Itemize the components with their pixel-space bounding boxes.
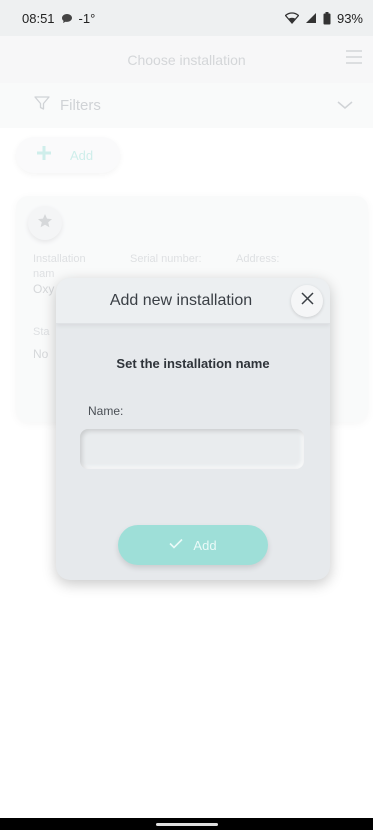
name-field-label: Name:	[88, 404, 124, 418]
dialog-subtitle: Set the installation name	[116, 356, 270, 371]
status-bar: 08:51 -1° 93%	[0, 0, 373, 36]
wifi-icon	[284, 12, 299, 24]
name-input[interactable]	[80, 429, 304, 469]
chat-icon	[61, 13, 73, 24]
check-icon	[169, 536, 183, 554]
system-nav-bar	[0, 818, 373, 830]
dialog-add-label: Add	[193, 537, 217, 553]
battery-percentage: 93%	[336, 10, 363, 26]
dialog-header: Add new installation	[56, 278, 330, 324]
status-left: 08:51 -1°	[22, 11, 95, 26]
close-button[interactable]	[291, 285, 323, 317]
dialog-add-button[interactable]: Add	[118, 525, 268, 565]
home-gesture-handle[interactable]	[156, 823, 218, 826]
status-time: 08:51	[22, 10, 55, 26]
dialog-title: Add new installation	[109, 291, 253, 309]
status-temperature: -1°	[78, 10, 96, 26]
battery-icon	[323, 11, 331, 25]
status-right: 93%	[284, 10, 363, 26]
add-installation-dialog: Add new installation Set the installatio…	[56, 278, 330, 580]
close-icon	[300, 292, 314, 310]
signal-icon	[305, 12, 317, 24]
